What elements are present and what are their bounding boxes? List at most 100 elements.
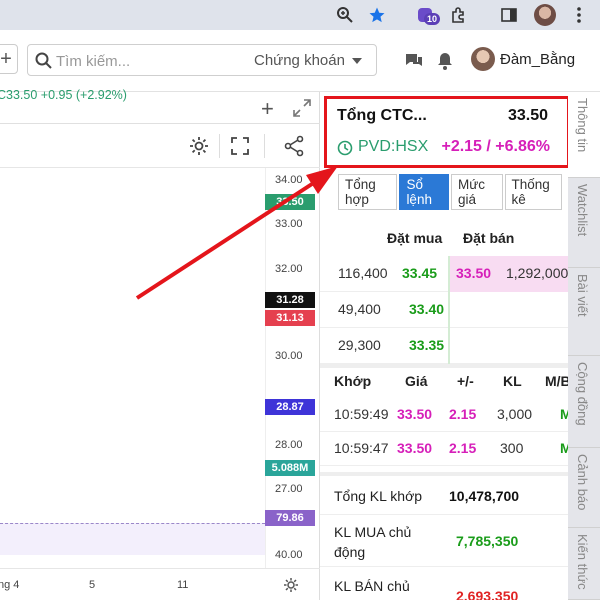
price-label: 31.13 [265, 310, 315, 326]
bookmark-star-icon[interactable] [366, 4, 388, 26]
browser-toolbar: 10 [0, 0, 600, 30]
trade-row: 10:59:49 33.50 2.15 3,000 M [320, 398, 572, 432]
chart-toolbar [0, 124, 320, 168]
sidebar-icon[interactable] [498, 4, 520, 26]
search-box[interactable]: Chứng khoán [27, 44, 377, 76]
price-tick: 32.00 [275, 263, 303, 275]
trade-time: 10:59:49 [334, 406, 389, 422]
price-tick: 28.00 [275, 439, 303, 451]
trade-side-header: M/B [545, 373, 571, 389]
summary-label: KL MUA chủ động [334, 524, 412, 560]
price-tick: 40.00 [275, 549, 303, 561]
search-icon [35, 52, 52, 69]
zoom-icon[interactable] [334, 4, 356, 26]
trade-change: 2.15 [449, 406, 477, 422]
fullscreen-icon[interactable] [228, 134, 252, 158]
chevron-down-icon[interactable] [352, 58, 362, 64]
time-axis[interactable]: ng 4 5 11 [0, 568, 320, 600]
volume-label: 5.088M [265, 460, 315, 476]
trade-change-header: +/- [457, 373, 474, 389]
price-tick: 27.00 [275, 483, 303, 495]
tab-statistics[interactable]: Thống kê [504, 174, 562, 210]
sell-header: Đặt bán [463, 230, 515, 246]
buy-price[interactable]: 33.45 [402, 265, 437, 281]
time-label: ng 4 [0, 579, 20, 591]
summary-label: Tổng KL khớp [334, 488, 423, 504]
sell-volume: 1,292,000 [506, 265, 569, 281]
trade-time-header: Khớp [334, 373, 372, 389]
price-label: 28.87 [265, 399, 315, 415]
side-tab-label: Cộng đồng [575, 362, 590, 426]
summary-value: 2,693,350 [456, 588, 519, 600]
side-tab-alerts[interactable]: Cảnh báo [568, 448, 600, 528]
chart-legend: C33.50 +0.95 (+2.92%) [0, 88, 127, 102]
toolbar-divider [219, 134, 220, 158]
settings-gear-icon[interactable] [187, 134, 211, 158]
trade-row: 10:59:47 33.50 2.15 300 M [320, 432, 572, 466]
chart-canvas[interactable] [0, 168, 265, 568]
side-tab-info[interactable]: Thông tin [568, 92, 600, 178]
chart-settings-icon[interactable] [283, 577, 299, 593]
price-tick: 33.00 [275, 218, 303, 230]
bell-icon[interactable] [434, 50, 456, 72]
last-price-label: 33.50 [265, 194, 315, 210]
order-book-row: 29,300 33.35 [320, 328, 568, 364]
side-tab-label: Bài viết [575, 274, 590, 317]
side-tab-community[interactable]: Cộng đồng [568, 356, 600, 448]
summary-value: 10,478,700 [449, 488, 520, 504]
order-book-row: 49,400 33.40 [320, 292, 568, 328]
tab-summary[interactable]: Tổng hợp [338, 174, 398, 210]
side-tab-label: Kiến thức [575, 534, 590, 590]
trade-volume: 3,000 [497, 406, 533, 422]
trade-change: 2.15 [449, 440, 477, 456]
profile-avatar[interactable] [534, 4, 556, 26]
puzzle-icon[interactable] [448, 4, 470, 26]
buy-price[interactable]: 33.35 [409, 337, 444, 353]
time-label: 11 [177, 579, 189, 591]
buy-price[interactable]: 33.40 [409, 301, 444, 317]
kebab-menu-icon[interactable] [568, 4, 590, 26]
tab-price-levels[interactable]: Mức giá [451, 174, 503, 210]
search-input[interactable] [56, 52, 236, 70]
time-label: 5 [89, 579, 96, 591]
tab-order-book[interactable]: Sổ lệnh [399, 174, 449, 210]
buy-volume: 49,400 [338, 301, 381, 317]
buy-header: Đặt mua [387, 230, 443, 246]
side-tabs: Thông tin Watchlist Bài viết Cộng đồng C… [568, 92, 600, 600]
trade-volume-header: KL [503, 373, 522, 389]
side-tab-posts[interactable]: Bài viết [568, 268, 600, 356]
price-tick: 34.00 [275, 174, 303, 186]
user-avatar[interactable] [471, 47, 495, 71]
trade-price: 33.50 [397, 406, 433, 422]
search-scope-select[interactable]: Chứng khoán [254, 52, 345, 69]
side-tab-knowledge[interactable]: Kiến thức [568, 528, 600, 600]
chat-icon[interactable] [403, 50, 425, 72]
expand-icon[interactable] [292, 98, 312, 118]
summary-value: 7,785,350 [456, 533, 519, 549]
side-tab-label: Thông tin [575, 98, 590, 153]
order-book-row: 116,400 33.45 33.50 1,292,000 [320, 256, 568, 292]
side-tab-label: Watchlist [575, 184, 590, 237]
info-subtabs: Tổng hợp Sổ lệnh Mức giá Thống kê [338, 174, 564, 210]
sell-price[interactable]: 33.50 [456, 265, 491, 281]
side-tab-label: Cảnh báo [575, 454, 590, 511]
info-panel: Tổng CTC... 33.50 PVD:HSX +2.15 / +6.86%… [320, 92, 572, 600]
share-icon[interactable] [282, 134, 306, 158]
app-header: + Chứng khoán Đàm_Bằng [0, 30, 600, 92]
side-tab-watchlist[interactable]: Watchlist [568, 178, 600, 268]
buy-volume: 116,400 [338, 265, 388, 281]
add-tab-button[interactable]: + [0, 44, 18, 74]
price-tick: 30.00 [275, 350, 303, 362]
toolbar-divider [264, 134, 265, 158]
add-chart-button[interactable]: + [261, 96, 274, 122]
price-label: 31.28 [265, 292, 315, 308]
section-divider [320, 364, 568, 368]
trade-time: 10:59:47 [334, 440, 389, 456]
trade-price-header: Giá [405, 373, 428, 389]
indicator-label: 79.86 [265, 510, 315, 526]
highlight-annotation-box [324, 96, 570, 168]
username[interactable]: Đàm_Bằng [500, 51, 575, 68]
trade-price: 33.50 [397, 440, 433, 456]
buy-volume: 29,300 [338, 337, 381, 353]
summary-label: KL BÁN chủ [334, 578, 410, 594]
